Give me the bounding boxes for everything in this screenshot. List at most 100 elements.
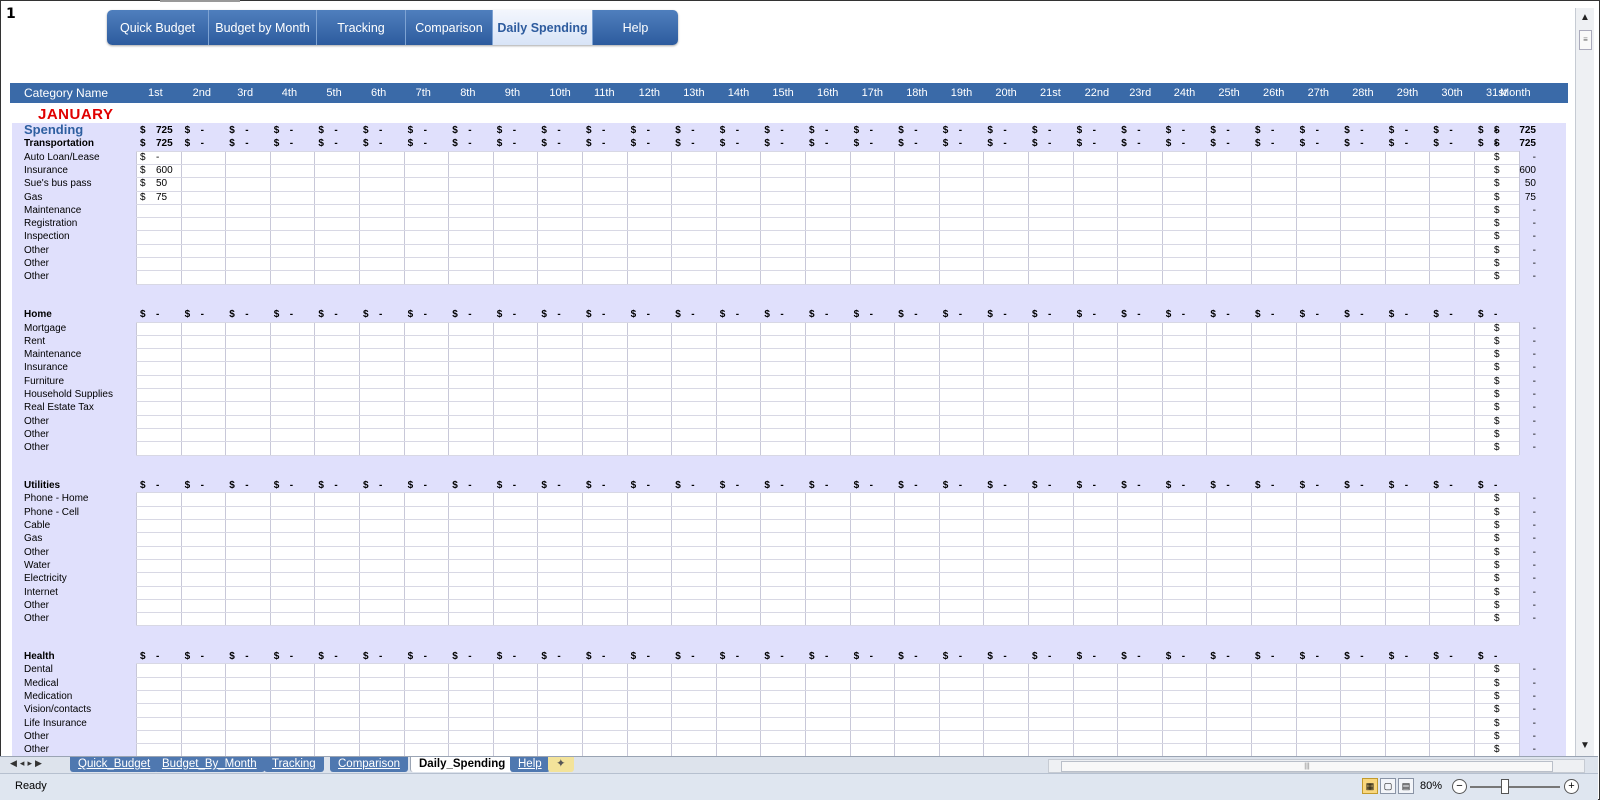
day-amount[interactable]: - <box>1093 650 1096 663</box>
day-amount[interactable]: - <box>1405 479 1408 492</box>
day-amount[interactable]: - <box>647 479 650 492</box>
day-amount[interactable]: - <box>1449 650 1452 663</box>
day-amount[interactable]: - <box>1316 650 1319 663</box>
day-amount[interactable]: - <box>1494 479 1497 492</box>
month-total[interactable]: - <box>1512 717 1536 730</box>
day-amount[interactable]: - <box>201 650 204 663</box>
day-amount[interactable]: - <box>1449 137 1452 150</box>
day-amount[interactable]: - <box>1271 479 1274 492</box>
day-amount[interactable]: - <box>914 479 917 492</box>
day-amount[interactable]: - <box>1316 308 1319 321</box>
day-amount[interactable]: - <box>468 479 471 492</box>
horizontal-scroll-thumb[interactable]: ||| <box>1061 761 1553 772</box>
month-total[interactable]: - <box>1512 322 1536 335</box>
day-amount[interactable]: - <box>290 137 293 150</box>
month-total[interactable]: 75 <box>1512 191 1536 204</box>
day-amount[interactable]: - <box>647 650 650 663</box>
day-amount[interactable]: - <box>1360 124 1363 137</box>
day-amount[interactable]: - <box>780 137 783 150</box>
nav-button-help[interactable]: Help <box>593 10 678 45</box>
day-amount[interactable]: - <box>914 137 917 150</box>
day-amount[interactable]: - <box>602 124 605 137</box>
day-amount[interactable]: - <box>647 308 650 321</box>
day-amount[interactable]: - <box>1405 308 1408 321</box>
day-amount[interactable]: - <box>290 308 293 321</box>
month-total[interactable]: - <box>1512 441 1536 454</box>
day-amount[interactable]: - <box>1048 308 1051 321</box>
month-total[interactable]: - <box>1512 388 1536 401</box>
day-amount[interactable]: - <box>780 124 783 137</box>
day-amount[interactable]: - <box>1449 479 1452 492</box>
day-amount[interactable]: - <box>1048 650 1051 663</box>
day-amount[interactable]: - <box>424 137 427 150</box>
day-amount[interactable]: - <box>1182 308 1185 321</box>
day-amount[interactable]: - <box>468 308 471 321</box>
page-break-icon[interactable]: ▤ <box>1398 778 1414 794</box>
day-amount[interactable]: - <box>201 124 204 137</box>
day-amount[interactable]: - <box>201 479 204 492</box>
day-amount[interactable]: - <box>1449 124 1452 137</box>
day-amount[interactable]: - <box>1316 124 1319 137</box>
day-amount[interactable]: - <box>245 124 248 137</box>
day-amount[interactable]: - <box>1360 650 1363 663</box>
day-amount[interactable]: - <box>647 137 650 150</box>
day-amount[interactable]: - <box>1271 650 1274 663</box>
split-handle-icon[interactable]: ≡ <box>1579 30 1592 50</box>
day-amount[interactable]: - <box>1405 124 1408 137</box>
month-total[interactable]: - <box>1512 375 1536 388</box>
day-amount[interactable]: - <box>736 137 739 150</box>
day-amount[interactable]: - <box>691 479 694 492</box>
zoom-slider[interactable] <box>1470 786 1560 788</box>
month-total[interactable]: - <box>1512 151 1536 164</box>
day-amount[interactable]: - <box>1271 308 1274 321</box>
day-amount[interactable]: - <box>691 650 694 663</box>
day-amount[interactable]: - <box>156 479 159 492</box>
scroll-down-icon[interactable]: ▼ <box>1576 736 1594 754</box>
day-amount[interactable]: - <box>1226 308 1229 321</box>
day-amount[interactable]: 600 <box>156 164 173 177</box>
day-amount[interactable]: - <box>557 137 560 150</box>
day-amount[interactable]: - <box>1137 650 1140 663</box>
page-layout-icon[interactable]: ▢ <box>1380 778 1396 794</box>
day-amount[interactable]: - <box>691 124 694 137</box>
day-amount[interactable]: - <box>780 479 783 492</box>
sheet-tab-quick-budget[interactable]: Quick_Budget <box>70 757 159 772</box>
day-amount[interactable]: - <box>1093 137 1096 150</box>
month-total[interactable]: - <box>1512 492 1536 505</box>
day-amount[interactable]: - <box>1226 137 1229 150</box>
day-amount[interactable]: 725 <box>156 137 173 150</box>
day-amount[interactable]: - <box>557 124 560 137</box>
day-amount[interactable]: - <box>825 308 828 321</box>
day-amount[interactable]: - <box>379 124 382 137</box>
day-amount[interactable]: - <box>1093 308 1096 321</box>
day-amount[interactable]: - <box>825 479 828 492</box>
day-amount[interactable]: - <box>156 151 159 164</box>
month-total[interactable]: - <box>1512 532 1536 545</box>
month-total[interactable]: - <box>1512 401 1536 414</box>
day-amount[interactable]: - <box>602 308 605 321</box>
day-amount[interactable]: - <box>870 124 873 137</box>
day-amount[interactable]: - <box>1048 124 1051 137</box>
day-amount[interactable]: - <box>647 124 650 137</box>
day-amount[interactable]: - <box>424 124 427 137</box>
day-amount[interactable]: - <box>468 650 471 663</box>
day-amount[interactable]: - <box>1003 137 1006 150</box>
month-total[interactable]: 725 <box>1512 137 1536 150</box>
day-amount[interactable]: - <box>691 137 694 150</box>
day-amount[interactable]: - <box>379 137 382 150</box>
sheet-tab-tracking[interactable]: Tracking <box>264 757 324 772</box>
day-amount[interactable]: - <box>513 137 516 150</box>
day-amount[interactable]: - <box>379 479 382 492</box>
day-amount[interactable]: - <box>245 137 248 150</box>
day-amount[interactable]: - <box>334 479 337 492</box>
month-total[interactable]: - <box>1512 270 1536 283</box>
month-total[interactable]: - <box>1512 361 1536 374</box>
day-amount[interactable]: - <box>1137 137 1140 150</box>
day-amount[interactable]: - <box>557 650 560 663</box>
day-amount[interactable]: - <box>334 124 337 137</box>
day-amount[interactable]: - <box>156 308 159 321</box>
day-amount[interactable]: - <box>245 650 248 663</box>
day-amount[interactable]: - <box>156 650 159 663</box>
day-amount[interactable]: - <box>1360 479 1363 492</box>
day-amount[interactable]: - <box>1494 308 1497 321</box>
